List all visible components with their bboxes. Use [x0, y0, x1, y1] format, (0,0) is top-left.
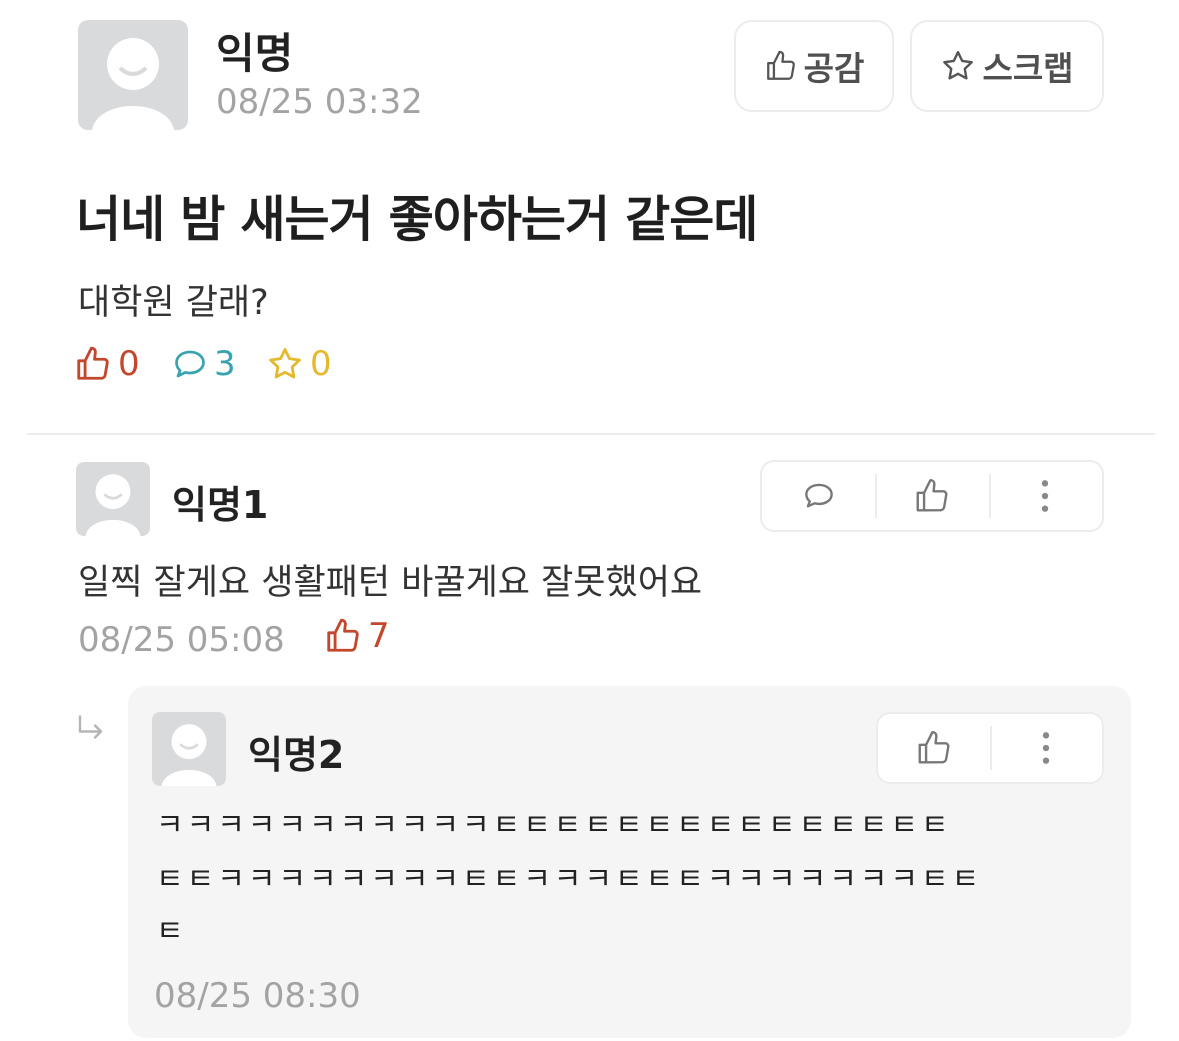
comment-like-button[interactable]: [875, 462, 988, 530]
comment-timestamp: 08/25 05:08: [78, 620, 285, 660]
reply-more-button[interactable]: [990, 714, 1102, 782]
scrap-button[interactable]: 스크랩: [910, 20, 1104, 112]
comment-text: 일찍 잘게요 생활패턴 바꿀게요 잘못했어요: [78, 563, 703, 603]
reply-arrow-icon: [78, 715, 103, 739]
like-button[interactable]: 공감: [734, 20, 894, 112]
avatar-icon: [85, 474, 141, 536]
comment-count-value: 3: [214, 344, 236, 384]
thumbs-up-icon: [916, 478, 948, 512]
reply-timestamp: 08/25 08:30: [154, 976, 361, 1016]
comment-like-count: 7: [324, 616, 390, 656]
thumbs-up-icon: [918, 730, 950, 764]
star-icon: [943, 51, 974, 80]
scrap-count-value: 0: [310, 344, 332, 384]
like-button-label: 공감: [803, 49, 865, 88]
comment-actions: [760, 460, 1104, 532]
reply-author-name: 익명2: [248, 733, 345, 777]
post-title: 너네 밤 새는거 좋아하는거 같은데: [76, 191, 758, 248]
post-author-name: 익명: [216, 29, 294, 78]
post-body: 대학원 갈래?: [78, 283, 269, 323]
reply-button[interactable]: [762, 462, 875, 530]
reply-author-avatar: [152, 712, 226, 786]
comment-more-button[interactable]: [988, 462, 1102, 530]
reply-like-button[interactable]: [878, 714, 990, 782]
scrap-button-label: 스크랩: [982, 49, 1074, 88]
reply-text-line-1: ㅋㅋㅋㅋㅋㅋㅋㅋㅋㅋㅋㅌㅌㅌㅌㅌㅌㅌㅌㅌㅌㅌㅌㅌㅌㅌ: [156, 808, 952, 843]
thumbs-up-icon: [77, 346, 109, 380]
post-author-avatar: [78, 20, 188, 130]
star-icon: [269, 348, 301, 379]
thumbs-up-icon: [766, 50, 795, 80]
like-count-value: 0: [118, 344, 140, 384]
reply-actions: [876, 712, 1104, 784]
post-scrap-count: 0: [266, 344, 332, 384]
comment-bubble-icon: [804, 483, 833, 508]
reply-text-line-3: ㅌ: [156, 914, 187, 949]
post-like-count: 0: [74, 344, 140, 384]
comment-bubble-icon: [175, 350, 205, 378]
post-comment-count: 3: [172, 344, 236, 384]
comment-author-name: 익명1: [172, 483, 269, 527]
divider: [27, 433, 1155, 435]
more-vertical-icon: [1042, 732, 1050, 764]
avatar-icon: [161, 724, 217, 786]
reply-text-line-2: ㅌㅌㅋㅋㅋㅋㅋㅋㅋㅋㅌㅌㅋㅋㅋㅌㅌㅌㅋㅋㅋㅋㅋㅋㅋㅌㅌ: [156, 862, 983, 897]
comment-author-avatar: [76, 462, 150, 536]
thumbs-up-icon: [327, 618, 359, 652]
comment-like-count-value: 7: [368, 616, 390, 656]
post-timestamp: 08/25 03:32: [216, 82, 423, 122]
more-vertical-icon: [1042, 480, 1049, 512]
avatar-icon: [92, 38, 174, 130]
